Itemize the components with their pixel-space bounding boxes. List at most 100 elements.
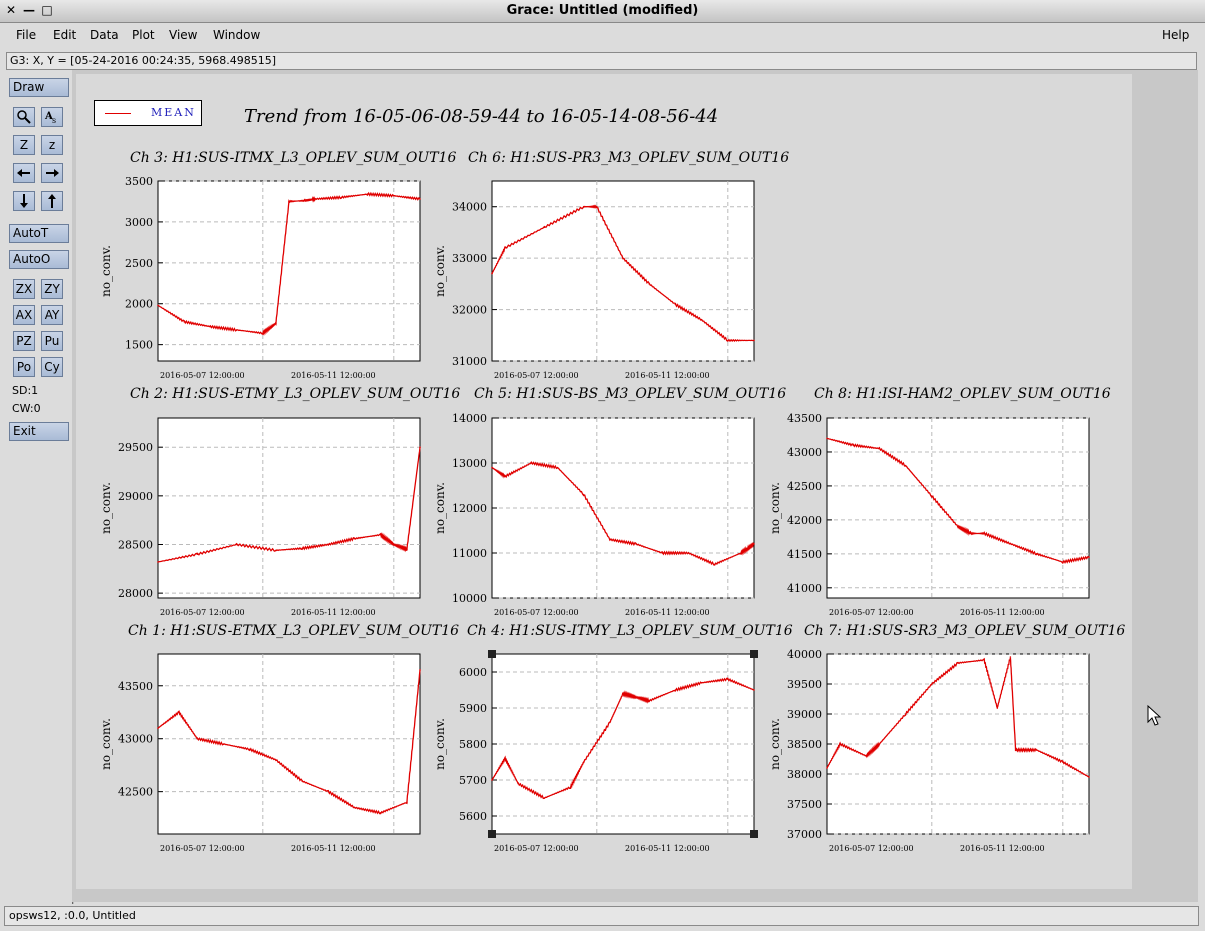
data-point xyxy=(983,659,985,661)
ax-button[interactable]: AX xyxy=(13,305,35,325)
main-title: Trend from 16-05-06-08-59-44 to 16-05-14… xyxy=(244,106,719,127)
data-point xyxy=(878,447,881,450)
y-tick-label: 31000 xyxy=(452,355,487,368)
y-tick-label: 43500 xyxy=(118,680,153,693)
y-tick-label: 38000 xyxy=(787,768,822,781)
data-point xyxy=(275,549,277,552)
menu-file[interactable]: File xyxy=(16,28,36,42)
window-titlebar[interactable]: ✕ — □ Grace: Untitled (modified) xyxy=(0,0,1205,23)
data-point xyxy=(931,683,933,685)
y-tick-label: 40000 xyxy=(787,648,822,661)
data-point xyxy=(1088,556,1090,559)
zoom-out-z-icon[interactable]: z xyxy=(41,135,63,155)
menu-plot[interactable]: Plot xyxy=(132,28,155,42)
data-point xyxy=(340,196,343,199)
data-point xyxy=(491,779,493,781)
ay-button[interactable]: AY xyxy=(41,305,63,325)
arrow-left-icon[interactable] xyxy=(13,163,35,183)
graph-4[interactable]: 41000 41500 42000 42500 43000 43500 2016-05-07… xyxy=(757,408,1109,618)
y-tick-label: 41000 xyxy=(787,582,822,595)
graph-5[interactable]: 42500 43000 43500 2016-05-07 12:00:00 2016-0… xyxy=(88,644,440,854)
data-point xyxy=(609,538,611,541)
y-axis-label: no_conv. xyxy=(433,245,447,297)
zy-button[interactable]: ZY xyxy=(41,279,63,299)
draw-button[interactable]: Draw xyxy=(9,78,69,97)
x-tick-label: 2016-05-11 12:00:00 xyxy=(625,371,710,380)
zoom-in-z-icon[interactable]: Z xyxy=(13,135,35,155)
x-tick-label: 2016-05-11 12:00:00 xyxy=(625,608,710,617)
graph-2[interactable]: 28000 28500 29000 29500 2016-05-07 12:00:00 2… xyxy=(88,408,440,618)
data-point xyxy=(353,806,356,809)
graph-title: Ch 4: H1:SUS-ITMY_L3_OPLEV_SUM_OUT16 xyxy=(467,623,793,639)
po-button[interactable]: Po xyxy=(13,357,35,377)
y-tick-label: 38500 xyxy=(787,738,822,751)
y-tick-label: 2500 xyxy=(125,257,153,270)
arrow-down-icon[interactable] xyxy=(13,191,35,211)
y-axis-label: no_conv. xyxy=(99,482,113,534)
selection-handle[interactable] xyxy=(488,830,496,838)
data-point xyxy=(419,446,421,448)
data-point xyxy=(970,532,972,535)
y-tick-label: 32000 xyxy=(452,304,487,317)
graph-title: Ch 1: H1:SUS-ETMX_L3_OPLEV_SUM_OUT16 xyxy=(128,623,460,639)
data-point xyxy=(1009,656,1012,658)
plot-frame xyxy=(157,417,421,599)
y-tick-label: 11000 xyxy=(452,547,487,560)
y-tick-label: 41500 xyxy=(787,548,822,561)
data-point xyxy=(878,743,881,745)
x-tick-label: 2016-05-07 12:00:00 xyxy=(160,608,245,617)
data-point xyxy=(314,198,316,200)
menu-help[interactable]: Help xyxy=(1162,28,1189,42)
data-point xyxy=(327,543,330,546)
graph-title: Ch 2: H1:SUS-ETMY_L3_OPLEV_SUM_OUT16 xyxy=(130,386,461,402)
data-point xyxy=(543,226,546,229)
selection-handle[interactable] xyxy=(488,650,496,658)
y-axis-label: no_conv. xyxy=(768,718,782,770)
data-point xyxy=(957,525,959,528)
data-point xyxy=(582,205,585,208)
data-point xyxy=(996,707,999,709)
graph-1[interactable]: 31000 32000 33000 34000 2016-05-07 12:00:00 2… xyxy=(422,171,774,381)
graph-6[interactable]: 5600 5700 5800 5900 6000 2016-05-07 12:00:00 2… xyxy=(422,644,774,854)
data-point xyxy=(235,543,238,546)
autoo-button[interactable]: AutoO xyxy=(9,250,69,269)
y-tick-label: 5600 xyxy=(459,810,487,823)
x-tick-label: 2016-05-07 12:00:00 xyxy=(494,608,579,617)
data-point xyxy=(209,325,212,328)
arrow-right-icon[interactable] xyxy=(41,163,63,183)
sd-indicator: SD:1 xyxy=(12,384,39,397)
data-point xyxy=(1062,561,1064,563)
y-tick-label: 37000 xyxy=(787,828,822,841)
x-tick-label: 2016-05-11 12:00:00 xyxy=(291,844,376,853)
legend-box[interactable]: MEAN xyxy=(94,100,202,126)
pu-button[interactable]: Pu xyxy=(41,331,63,351)
menu-edit[interactable]: Edit xyxy=(53,28,76,42)
data-point xyxy=(303,199,306,202)
data-point xyxy=(700,319,703,321)
data-point xyxy=(1035,749,1038,751)
pz-button[interactable]: PZ xyxy=(13,331,35,351)
graph-3[interactable]: 10000 11000 12000 13000 14000 2016-05-07 12:0… xyxy=(422,408,774,618)
arrow-up-icon[interactable] xyxy=(41,191,63,211)
y-tick-label: 6000 xyxy=(459,666,487,679)
exit-button[interactable]: Exit xyxy=(9,422,69,441)
menu-window[interactable]: Window xyxy=(213,28,260,42)
graph-7[interactable]: 37000 37500 38000 38500 39000 39500 40000 2016-… xyxy=(757,644,1109,854)
zx-button[interactable]: ZX xyxy=(13,279,35,299)
data-point xyxy=(504,757,506,760)
menu-view[interactable]: View xyxy=(169,28,197,42)
legend-swatch xyxy=(105,113,131,114)
y-axis-label: no_conv. xyxy=(433,718,447,770)
data-point xyxy=(379,812,382,814)
autot-button[interactable]: AutoT xyxy=(9,224,69,243)
zoom-icon[interactable] xyxy=(13,107,35,127)
svg-text:s: s xyxy=(52,116,56,125)
autoscale-text-icon[interactable]: As xyxy=(41,107,63,127)
data-point xyxy=(379,533,382,536)
data-point xyxy=(826,767,828,769)
y-tick-label: 3500 xyxy=(125,175,153,188)
graph-0[interactable]: 1500 2000 2500 3000 3500 2016-05-07 12:00:00 2… xyxy=(88,171,440,381)
menu-data[interactable]: Data xyxy=(90,28,119,42)
cy-button[interactable]: Cy xyxy=(41,357,63,377)
data-point xyxy=(222,743,225,745)
